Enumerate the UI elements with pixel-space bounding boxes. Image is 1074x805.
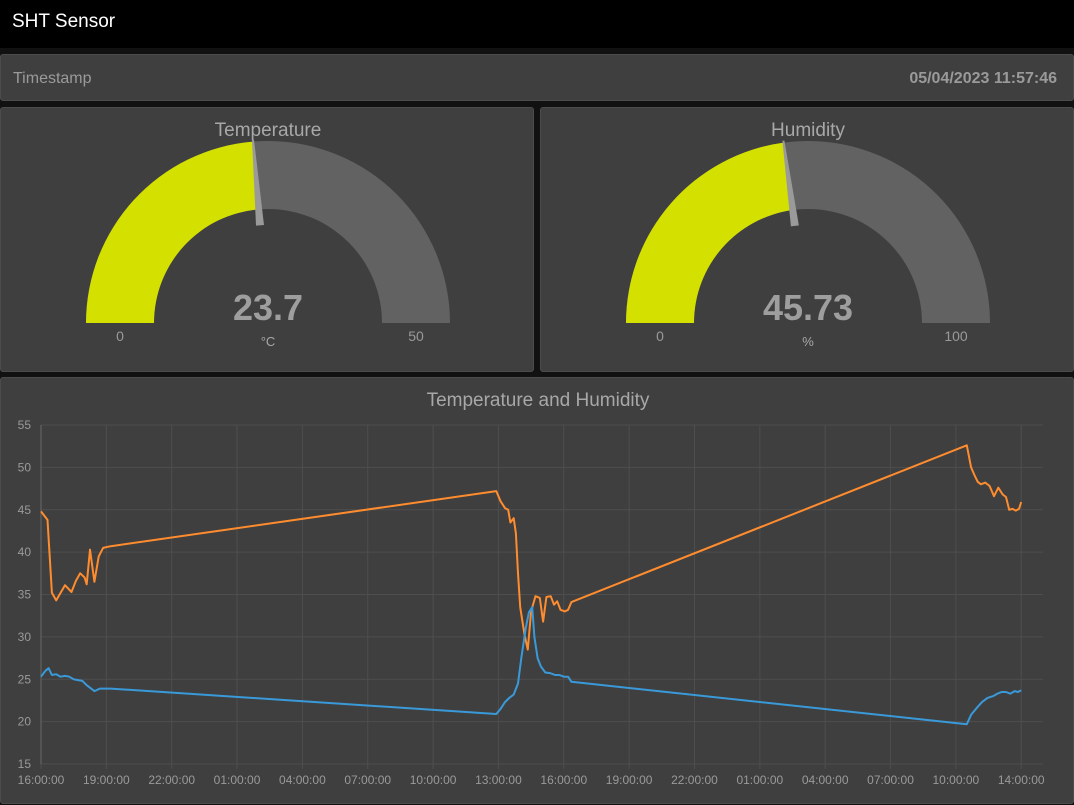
temperature-gauge-min: 0 xyxy=(116,328,124,344)
app-title: SHT Sensor xyxy=(12,11,116,32)
x-tick-label: 10:00:00 xyxy=(410,773,457,787)
y-tick-label: 40 xyxy=(18,545,32,559)
x-tick-label: 04:00:00 xyxy=(802,773,849,787)
chart-y-axis: 15 20 25 30 35 40 45 50 55 xyxy=(18,418,32,771)
x-tick-label: 19:00:00 xyxy=(83,773,130,787)
humidity-gauge-max: 100 xyxy=(944,328,968,344)
temperature-humidity-chart-card: Temperature and Humidity 15 20 25 30 35 40 45 5… xyxy=(0,377,1074,804)
humidity-gauge: Humidity 45.73 % 0 100 xyxy=(626,120,990,349)
temperature-series-line xyxy=(40,606,1022,726)
x-tick-label: 16:00:00 xyxy=(540,773,587,787)
temperature-gauge-title: Temperature xyxy=(215,120,322,141)
x-tick-label: 01:00:00 xyxy=(736,773,783,787)
humidity-gauge-min: 0 xyxy=(656,328,664,344)
x-tick-label: 16:00:00 xyxy=(18,773,65,787)
chart-grid xyxy=(40,424,1043,769)
x-tick-label: 22:00:00 xyxy=(148,773,195,787)
app-header: SHT Sensor xyxy=(0,0,1074,48)
y-tick-label: 20 xyxy=(18,715,32,729)
y-tick-label: 35 xyxy=(18,588,32,602)
x-tick-label: 19:00:00 xyxy=(606,773,653,787)
timestamp-card: Timestamp 05/04/2023 11:57:46 xyxy=(0,54,1074,101)
humidity-gauge-unit: % xyxy=(802,334,814,349)
x-tick-label: 07:00:00 xyxy=(867,773,914,787)
temperature-gauge: Temperature 23.7 °C 0 50 xyxy=(86,120,450,349)
y-tick-label: 15 xyxy=(18,757,32,771)
y-tick-label: 50 xyxy=(18,460,32,474)
temperature-gauge-unit: °C xyxy=(261,334,276,349)
x-tick-label: 07:00:00 xyxy=(344,773,391,787)
timestamp-label: Timestamp xyxy=(13,70,92,87)
humidity-gauge-value: 45.73 xyxy=(763,287,853,328)
y-tick-label: 25 xyxy=(18,672,32,686)
temperature-gauge-value: 23.7 xyxy=(233,287,303,328)
x-tick-label: 14:00:00 xyxy=(998,773,1045,787)
chart-series xyxy=(40,444,1023,726)
chart-x-axis: 16:00:00 19:00:00 22:00:00 01:00:00 04:00:00… xyxy=(18,773,1045,787)
temperature-gauge-card: Temperature 23.7 °C 0 50 xyxy=(0,107,534,372)
x-tick-label: 04:00:00 xyxy=(279,773,326,787)
y-tick-label: 30 xyxy=(18,630,32,644)
humidity-series-line xyxy=(40,444,1023,651)
chart-title: Temperature and Humidity xyxy=(427,390,650,411)
x-tick-label: 10:00:00 xyxy=(933,773,980,787)
y-tick-label: 55 xyxy=(18,418,32,432)
humidity-gauge-card: Humidity 45.73 % 0 100 xyxy=(540,107,1074,372)
y-tick-label: 45 xyxy=(18,503,32,517)
timestamp-value: 05/04/2023 11:57:46 xyxy=(909,70,1057,87)
temperature-gauge-max: 50 xyxy=(408,328,424,344)
temperature-humidity-chart: Temperature and Humidity 15 20 25 30 35 40 45 5… xyxy=(18,390,1045,787)
x-tick-label: 22:00:00 xyxy=(671,773,718,787)
x-tick-label: 01:00:00 xyxy=(214,773,261,787)
x-tick-label: 13:00:00 xyxy=(475,773,522,787)
humidity-gauge-title: Humidity xyxy=(771,120,845,141)
